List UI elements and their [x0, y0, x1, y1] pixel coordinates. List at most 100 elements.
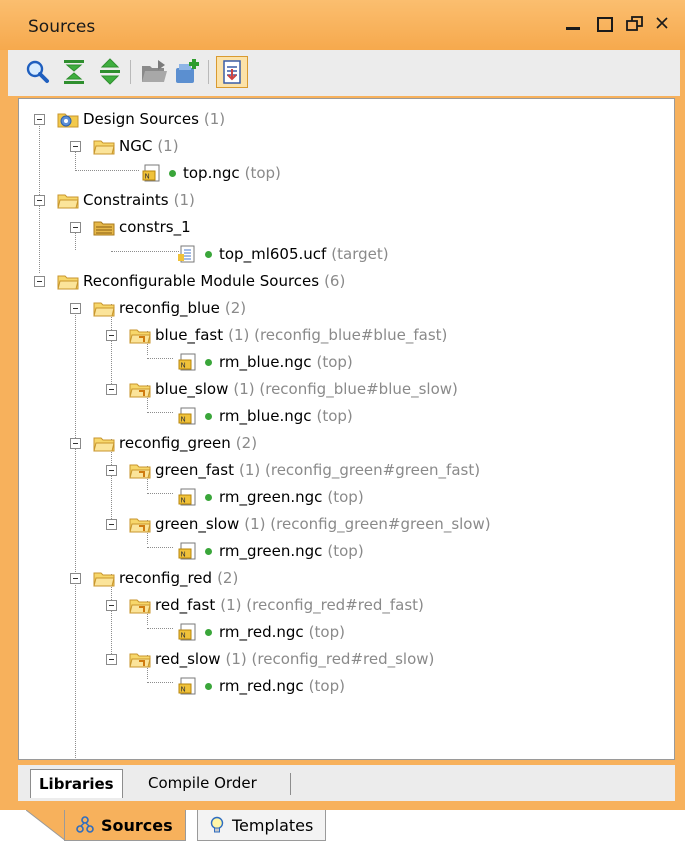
- tree-node-reconfig-red[interactable]: reconfig_red (2): [93, 566, 238, 590]
- tree-node-reconfig-sources[interactable]: Reconfigurable Module Sources (6): [57, 269, 345, 293]
- tree-node-label: green_fast: [155, 461, 234, 479]
- tree-node-label: Constraints: [83, 191, 169, 209]
- add-sources-icon[interactable]: [172, 56, 204, 88]
- open-folder-icon[interactable]: [138, 56, 170, 88]
- expand-all-icon[interactable]: [94, 56, 126, 88]
- tree-node-meta: (1): [203, 110, 226, 128]
- tree-node-label: reconfig_blue: [119, 299, 220, 317]
- sources-toolbar: [8, 50, 680, 96]
- collapse-toggle[interactable]: [34, 195, 45, 206]
- ngc-file-icon: N: [177, 488, 199, 506]
- maximize-icon[interactable]: [594, 10, 620, 40]
- tree-node-meta: (1) (reconfig_red#red_fast): [220, 596, 424, 614]
- collapse-toggle[interactable]: [106, 384, 117, 395]
- tree-node-file[interactable]: N rm_blue.ngc (top): [177, 350, 353, 374]
- ngc-file-icon: N: [177, 353, 199, 371]
- tree-node-meta: (6): [324, 272, 346, 290]
- tree-node-file[interactable]: N rm_green.ngc (top): [177, 539, 364, 563]
- sources-panel: Sources Design Sources (1) NGC (1) N top…: [0, 0, 685, 810]
- tree-node-meta: (2): [235, 434, 258, 452]
- sources-tree[interactable]: Design Sources (1) NGC (1) N top.ngc (to…: [18, 98, 675, 760]
- module-folder-icon: [129, 515, 151, 533]
- tree-node-reconfig-green[interactable]: reconfig_green (2): [93, 431, 257, 455]
- tab-sources-label: Sources: [101, 815, 173, 835]
- tree-node-label: blue_slow: [155, 380, 229, 398]
- tree-node-constrs-1[interactable]: constrs_1: [93, 215, 196, 239]
- restore-icon[interactable]: [624, 10, 650, 40]
- collapse-toggle[interactable]: [106, 519, 117, 530]
- constraint-set-icon: [93, 218, 115, 236]
- tree-node-file[interactable]: N top.ngc (top): [141, 161, 281, 185]
- ngc-file-icon: N: [177, 623, 199, 641]
- tree-node-file[interactable]: N rm_red.ngc (top): [177, 620, 345, 644]
- tree-node-label: red_fast: [155, 596, 216, 614]
- folder-icon: [93, 569, 115, 587]
- tab-compile-order[interactable]: Compile Order: [140, 769, 265, 797]
- lightbulb-icon: [210, 816, 224, 833]
- tab-templates-label: Templates: [232, 815, 314, 835]
- collapse-toggle[interactable]: [70, 573, 81, 584]
- folder-icon: [57, 272, 79, 290]
- tree-node-label: rm_green.ngc: [219, 542, 323, 560]
- collapse-toggle[interactable]: [70, 141, 81, 152]
- tree-node-ngc[interactable]: NGC (1): [93, 134, 179, 158]
- collapse-toggle[interactable]: [34, 114, 45, 125]
- module-folder-icon: [129, 380, 151, 398]
- tree-node-module[interactable]: green_slow (1) (reconfig_green#green_slo…: [129, 512, 491, 536]
- status-ok-icon: [205, 628, 212, 636]
- auto-scroll-icon[interactable]: [216, 56, 248, 88]
- tab-templates[interactable]: Templates: [197, 810, 327, 841]
- ucf-file-icon: [177, 245, 199, 263]
- tree-node-file[interactable]: N rm_red.ngc (top): [177, 674, 345, 698]
- tree-node-reconfig-blue[interactable]: reconfig_blue (2): [93, 296, 246, 320]
- tree-node-file[interactable]: top_ml605.ucf (target): [177, 242, 389, 266]
- tree-node-module[interactable]: red_slow (1) (reconfig_red#red_slow): [129, 647, 434, 671]
- svg-text:N: N: [181, 686, 186, 694]
- tree-node-label: Design Sources: [83, 110, 199, 128]
- tree-node-label: NGC: [119, 137, 153, 155]
- close-icon[interactable]: [652, 10, 678, 40]
- search-icon[interactable]: [22, 56, 54, 88]
- tree-node-module[interactable]: blue_fast (1) (reconfig_blue#blue_fast): [129, 323, 447, 347]
- status-ok-icon: [205, 358, 212, 366]
- sources-tab-icon: [76, 816, 94, 833]
- window-tabs: Sources Templates: [0, 810, 685, 841]
- tree-node-constraints[interactable]: Constraints (1): [57, 188, 195, 212]
- tree-node-module[interactable]: blue_slow (1) (reconfig_blue#blue_slow): [129, 377, 458, 401]
- tree-node-file[interactable]: N rm_green.ngc (top): [177, 485, 364, 509]
- tab-sources[interactable]: Sources: [64, 810, 186, 841]
- tree-node-file[interactable]: N rm_blue.ngc (top): [177, 404, 353, 428]
- svg-text:N: N: [145, 173, 150, 181]
- tree-node-module[interactable]: red_fast (1) (reconfig_red#red_fast): [129, 593, 424, 617]
- svg-text:N: N: [181, 551, 186, 559]
- tab-libraries[interactable]: Libraries: [30, 769, 123, 798]
- tree-node-label: rm_green.ngc: [219, 488, 323, 506]
- module-folder-icon: [129, 326, 151, 344]
- tree-node-meta: (1) (reconfig_blue#blue_slow): [233, 380, 458, 398]
- collapse-toggle[interactable]: [106, 330, 117, 341]
- collapse-toggle[interactable]: [106, 465, 117, 476]
- tree-node-meta: (1) (reconfig_green#green_fast): [239, 461, 481, 479]
- tree-node-design-sources[interactable]: Design Sources (1): [57, 107, 225, 131]
- tree-node-module[interactable]: green_fast (1) (reconfig_green#green_fas…: [129, 458, 480, 482]
- tree-node-meta: (top): [327, 542, 364, 560]
- tree-node-meta: (1) (reconfig_green#green_slow): [244, 515, 491, 533]
- collapse-toggle[interactable]: [34, 276, 45, 287]
- collapse-toggle[interactable]: [106, 600, 117, 611]
- collapse-toggle[interactable]: [70, 438, 81, 449]
- collapse-toggle[interactable]: [106, 654, 117, 665]
- status-ok-icon: [205, 547, 212, 555]
- svg-text:N: N: [181, 632, 186, 640]
- module-folder-icon: [129, 650, 151, 668]
- ngc-file-icon: N: [177, 542, 199, 560]
- tree-node-meta: (1): [173, 191, 195, 209]
- tree-node-meta: (top): [308, 677, 345, 695]
- minimize-icon[interactable]: [562, 10, 588, 40]
- collapse-toggle[interactable]: [70, 303, 81, 314]
- panel-titlebar: Sources: [0, 0, 685, 50]
- collapse-all-icon[interactable]: [58, 56, 90, 88]
- tree-node-meta: (2): [217, 569, 239, 587]
- tab-separator: [290, 773, 291, 795]
- tree-node-label: rm_blue.ngc: [219, 407, 312, 425]
- collapse-toggle[interactable]: [70, 222, 81, 233]
